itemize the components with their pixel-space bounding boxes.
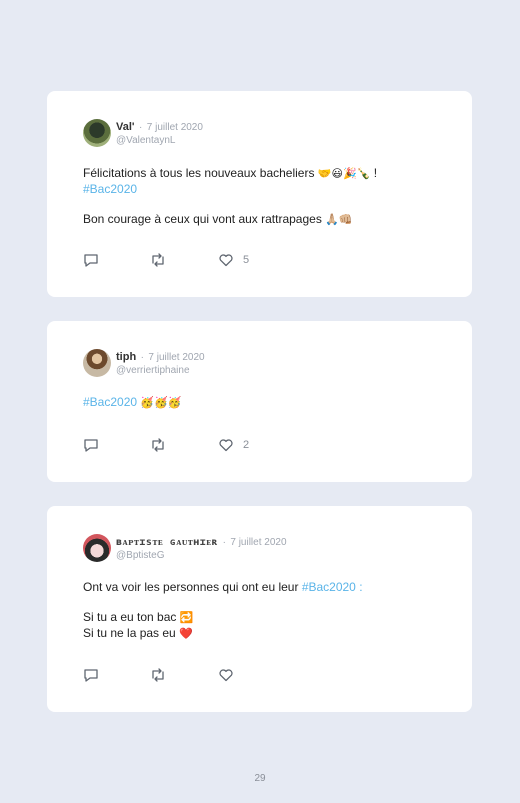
separator: · — [222, 537, 226, 548]
tweet-line: Bon courage à ceux qui vont aux rattrapa… — [83, 212, 322, 226]
like-button[interactable]: 5 — [218, 252, 249, 268]
reply-icon — [84, 439, 98, 452]
tweet-punctuation: ! — [373, 166, 378, 180]
reply-button[interactable] — [83, 437, 99, 453]
retweet-button[interactable] — [150, 667, 166, 683]
author-handle[interactable]: @BptisteG — [116, 549, 287, 562]
author-name[interactable]: Val' — [116, 121, 135, 133]
tweet-actions: 2 — [83, 437, 283, 453]
tweet-header: ʙᴀᴘᴛɪsᴛᴇ ɢᴀᴜᴛʜɪᴇʀ · 7 juillet 2020 @Bpti… — [116, 534, 287, 562]
tweet-header: Val' · 7 juillet 2020 @ValentaynL — [116, 119, 203, 147]
reply-button[interactable] — [83, 252, 99, 268]
like-button[interactable] — [218, 667, 234, 683]
author-handle[interactable]: @ValentaynL — [116, 134, 203, 147]
avatar[interactable] — [83, 534, 111, 562]
tweet-text: Félicitations à tous les nouveaux bachel… — [83, 166, 377, 228]
author-handle[interactable]: @verriertiphaine — [116, 364, 205, 377]
tweet-card: tiph · 7 juillet 2020 @verriertiphaine #… — [47, 321, 472, 482]
tweet-date[interactable]: 7 juillet 2020 — [147, 122, 203, 133]
like-icon — [219, 439, 233, 452]
like-count: 5 — [243, 254, 250, 266]
retweet-icon — [152, 253, 164, 267]
emoji-group: 🙏🏼👊🏼 — [325, 214, 353, 226]
retweet-button[interactable] — [150, 252, 166, 268]
author-name[interactable]: ʙᴀᴘᴛɪsᴛᴇ ɢᴀᴜᴛʜɪᴇʀ — [116, 537, 218, 548]
tweet-text: #Bac2020 🥳🥳🥳 — [83, 395, 181, 411]
like-button[interactable]: 2 — [218, 437, 249, 453]
tweet-date[interactable]: 7 juillet 2020 — [230, 537, 286, 548]
hashtag-link[interactable]: #Bac2020 — [83, 182, 137, 196]
tweet-punctuation: : — [359, 580, 363, 594]
tweet-line: Félicitations à tous les nouveaux bachel… — [83, 166, 315, 180]
retweet-icon — [152, 438, 164, 452]
page-number: 29 — [254, 773, 266, 784]
hashtag-link[interactable]: #Bac2020 — [302, 580, 356, 594]
hashtag-link[interactable]: #Bac2020 — [83, 395, 137, 409]
tweet-actions: 5 — [83, 252, 283, 268]
like-icon — [219, 669, 233, 682]
retweet-icon — [152, 668, 164, 682]
emoji-group: 🤝😃🎉🍾 — [317, 168, 371, 180]
avatar[interactable] — [83, 119, 111, 147]
tweet-line: Si tu a eu ton bac — [83, 610, 177, 624]
author-name[interactable]: tiph — [116, 351, 136, 363]
like-icon — [219, 254, 233, 267]
tweet-text: Ont va voir les personnes qui ont eu leu… — [83, 580, 363, 642]
separator: · — [138, 122, 143, 133]
tweet-card: Val' · 7 juillet 2020 @ValentaynL Félici… — [47, 91, 472, 297]
reply-icon — [84, 254, 98, 267]
separator: · — [140, 352, 144, 363]
reply-icon — [84, 669, 98, 682]
tweet-actions — [83, 667, 283, 683]
like-count: 2 — [243, 439, 250, 451]
emoji-group: ❤️ — [179, 628, 193, 640]
reply-button[interactable] — [83, 667, 99, 683]
avatar[interactable] — [83, 349, 111, 377]
tweet-header: tiph · 7 juillet 2020 @verriertiphaine — [116, 349, 205, 377]
tweet-date[interactable]: 7 juillet 2020 — [148, 352, 204, 363]
retweet-button[interactable] — [150, 437, 166, 453]
emoji-group: 🔁 — [179, 612, 194, 624]
tweet-line: Ont va voir les personnes qui ont eu leu… — [83, 580, 299, 594]
tweet-line: Si tu ne la pas eu — [83, 626, 176, 640]
emoji-group: 🥳🥳🥳 — [140, 397, 182, 409]
tweet-card: ʙᴀᴘᴛɪsᴛᴇ ɢᴀᴜᴛʜɪᴇʀ · 7 juillet 2020 @Bpti… — [47, 506, 472, 712]
